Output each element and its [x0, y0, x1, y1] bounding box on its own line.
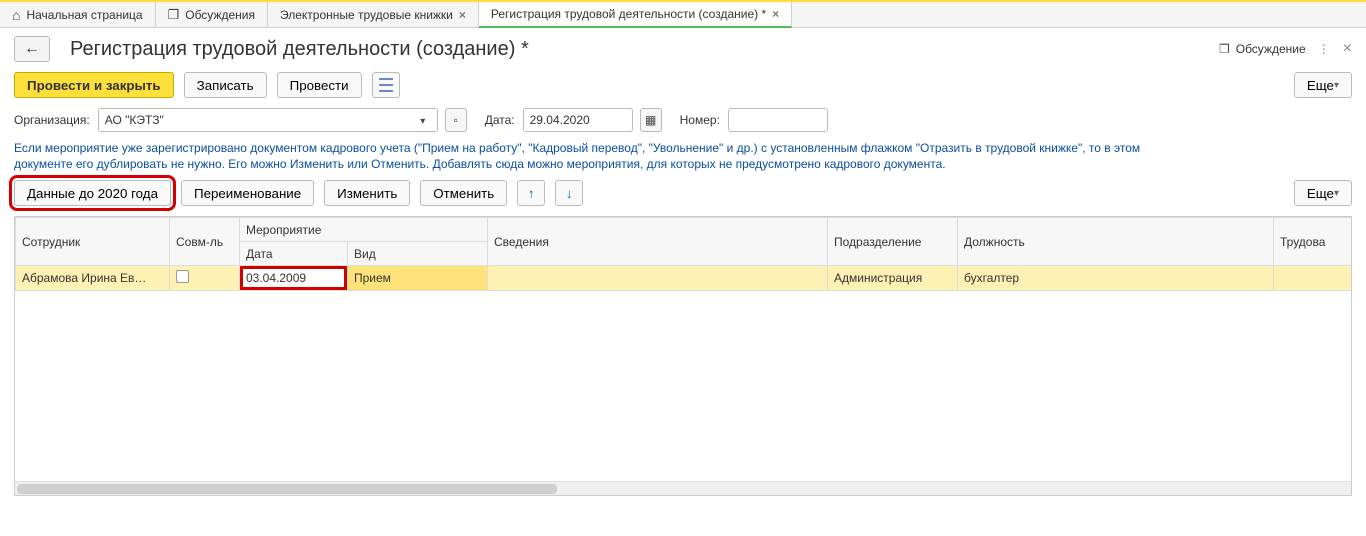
- move-down-button[interactable]: [555, 180, 583, 206]
- page-title: Регистрация трудовой деятельности (созда…: [70, 38, 529, 61]
- col-sved[interactable]: Сведения: [488, 218, 828, 266]
- org-label: Организация:: [14, 113, 90, 127]
- toolbar-secondary: Данные до 2020 года Переименование Измен…: [0, 180, 1366, 216]
- col-dept[interactable]: Подразделение: [828, 218, 958, 266]
- org-picker-button[interactable]: [445, 108, 467, 132]
- tab-etk-label: Электронные трудовые книжки: [280, 8, 453, 22]
- number-label: Номер:: [680, 113, 720, 127]
- cell-date: 03.04.2009: [240, 266, 348, 291]
- cell-employee: Абрамова Ирина Ев…: [16, 266, 170, 291]
- col-position[interactable]: Должность: [958, 218, 1274, 266]
- form-row: Организация: АО "КЭТЗ" Дата: 29.04.2020 …: [0, 104, 1366, 140]
- col-trud[interactable]: Трудова: [1274, 218, 1353, 266]
- rename-button[interactable]: Переименование: [181, 180, 314, 206]
- number-input[interactable]: [728, 108, 828, 132]
- move-up-button[interactable]: [517, 180, 545, 206]
- date-label: Дата:: [485, 113, 515, 127]
- apply-button[interactable]: Провести: [277, 72, 362, 98]
- cell-trud: [1274, 266, 1353, 291]
- list-view-button[interactable]: [372, 72, 400, 98]
- apply-and-close-button[interactable]: Провести и закрыть: [14, 72, 174, 98]
- tab-home[interactable]: Начальная страница: [0, 2, 156, 27]
- col-event[interactable]: Мероприятие: [240, 218, 488, 242]
- org-value: АО "КЭТЗ": [105, 113, 415, 127]
- breadcrumb-tabs: Начальная страница Обсуждения Электронны…: [0, 2, 1366, 28]
- tab-discussions-label: Обсуждения: [185, 8, 255, 22]
- close-window-button[interactable]: ×: [1343, 40, 1352, 58]
- discussion-link-label: Обсуждение: [1236, 42, 1306, 56]
- cell-sovm[interactable]: [170, 266, 240, 291]
- tab-document[interactable]: Регистрация трудовой деятельности (созда…: [479, 2, 792, 28]
- toolbar-primary: Провести и закрыть Записать Провести Еще: [0, 66, 1366, 104]
- horizontal-scrollbar[interactable]: [15, 481, 1351, 495]
- tab-etk[interactable]: Электронные трудовые книжки ×: [268, 2, 479, 27]
- kebab-menu[interactable]: ⋮: [1318, 42, 1331, 56]
- cell-vid: Прием: [348, 266, 488, 291]
- scrollbar-thumb[interactable]: [17, 484, 557, 494]
- list-icon: [379, 78, 393, 92]
- cell-position: бухгалтер: [958, 266, 1274, 291]
- col-vid[interactable]: Вид: [348, 242, 488, 266]
- more-button-2[interactable]: Еще: [1294, 180, 1352, 206]
- chat-icon: [1219, 42, 1230, 56]
- calendar-button[interactable]: [640, 108, 662, 132]
- checkbox-icon[interactable]: [176, 270, 189, 283]
- col-sovm[interactable]: Совм-ль: [170, 218, 240, 266]
- cancel-button[interactable]: Отменить: [420, 180, 507, 206]
- tab-document-label: Регистрация трудовой деятельности (созда…: [491, 7, 766, 21]
- events-grid: Сотрудник Совм-ль Мероприятие Сведения П…: [14, 216, 1352, 496]
- back-button[interactable]: [14, 36, 50, 62]
- chevron-down-icon[interactable]: [415, 113, 431, 127]
- cell-dept: Администрация: [828, 266, 958, 291]
- date-value: 29.04.2020: [530, 113, 626, 127]
- close-icon[interactable]: ×: [459, 8, 466, 22]
- table-row[interactable]: Абрамова Ирина Ев… 03.04.2009 Прием Адми…: [16, 266, 1353, 291]
- pre-2020-button[interactable]: Данные до 2020 года: [14, 180, 171, 206]
- tab-discussions[interactable]: Обсуждения: [156, 2, 268, 27]
- col-date[interactable]: Дата: [240, 242, 348, 266]
- info-text: Если мероприятие уже зарегистрировано до…: [0, 140, 1160, 180]
- edit-button[interactable]: Изменить: [324, 180, 410, 206]
- discussion-link[interactable]: Обсуждение: [1219, 42, 1306, 56]
- chat-icon: [168, 7, 180, 23]
- tab-home-label: Начальная страница: [26, 8, 142, 22]
- close-icon[interactable]: ×: [772, 7, 779, 21]
- date-input[interactable]: 29.04.2020: [523, 108, 633, 132]
- home-icon: [12, 7, 20, 23]
- titlebar: Регистрация трудовой деятельности (созда…: [0, 28, 1366, 66]
- org-combo[interactable]: АО "КЭТЗ": [98, 108, 438, 132]
- more-button[interactable]: Еще: [1294, 72, 1352, 98]
- save-button[interactable]: Записать: [184, 72, 267, 98]
- cell-sved: [488, 266, 828, 291]
- col-employee[interactable]: Сотрудник: [16, 218, 170, 266]
